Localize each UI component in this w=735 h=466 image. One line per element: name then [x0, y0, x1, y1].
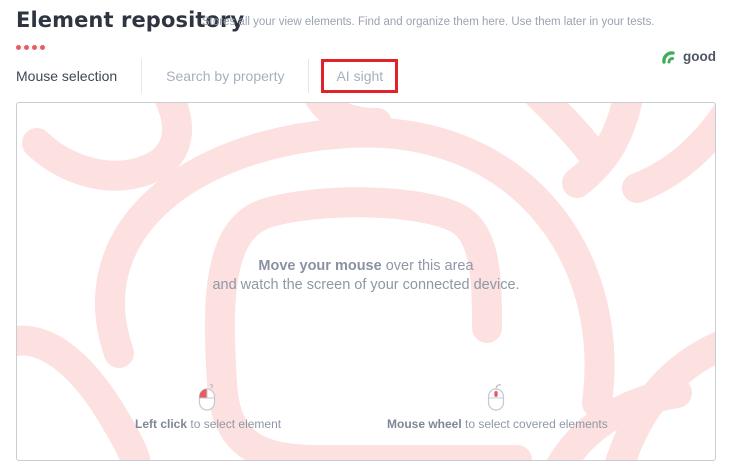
loading-dots-icon [16, 45, 45, 50]
tab-divider [308, 59, 310, 93]
hint-bold-text: Move your mouse [258, 258, 382, 274]
left-click-instruction: Left click to select element [135, 417, 281, 431]
tab-ai-sight[interactable]: AI sight [321, 59, 399, 93]
mouse-left-click-icon [198, 384, 216, 411]
selection-mode-tabs: Mouse selection Search by property AI si… [16, 58, 399, 94]
tab-search-by-property[interactable]: Search by property [166, 68, 284, 84]
page-subtitle: Stores all your view elements. Find and … [202, 16, 655, 28]
mouse-wheel-icon [487, 384, 505, 411]
mouse-wheel-instruction: Mouse wheel to select covered elements [387, 417, 608, 431]
left-click-bold: Left click [135, 417, 188, 431]
hint-text-line2: and watch the screen of your connected d… [212, 277, 520, 293]
stage-hint: Move your mouse over this area and watch… [17, 257, 715, 295]
left-click-text: to select element [187, 417, 282, 431]
hint-text: over this area [381, 258, 474, 274]
mouse-wheel-text: to select covered elements [461, 417, 608, 431]
tab-divider [141, 59, 143, 93]
connection-status-label: good [683, 49, 716, 64]
tab-mouse-selection[interactable]: Mouse selection [16, 68, 117, 84]
mouse-selection-area[interactable]: Move your mouse over this area and watch… [16, 102, 716, 461]
element-repository-page: Element repository Stores all your view … [0, 0, 735, 466]
mouse-wheel-bold: Mouse wheel [387, 417, 462, 431]
signal-arc-icon [662, 50, 675, 64]
connection-status: good [661, 49, 716, 64]
